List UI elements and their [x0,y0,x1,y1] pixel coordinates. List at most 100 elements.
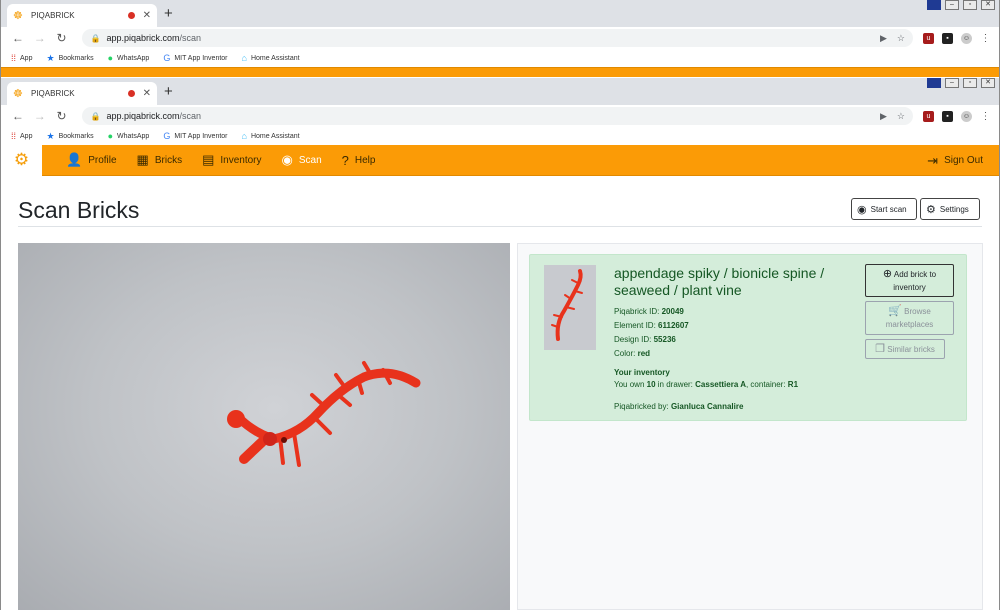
close-tab-icon[interactable]: ✕ [143,88,151,99]
extension-icon[interactable]: ▪ [941,110,953,122]
piqabrick-logo-icon[interactable]: ⚙ [1,144,42,176]
sign-out-button[interactable]: ⇥ Sign Out [927,145,983,176]
sign-out-icon: ⇥ [927,152,939,168]
bookmark-bookmarks[interactable]: ★ Bookmarks [46,53,93,64]
back-icon[interactable]: ← [9,109,27,123]
scan-camera-image [18,243,510,610]
home-icon: ⌂ [241,131,247,141]
bookmark-mit-app-inventor[interactable]: G MIT App Inventor [163,131,227,141]
close-tab-icon[interactable]: ✕ [143,10,151,21]
reload-icon[interactable]: ↻ [53,31,71,45]
keyboard-layout-icon[interactable] [927,78,941,88]
keyboard-layout-icon[interactable] [927,0,941,10]
brick-photo-graphic [227,361,421,467]
nav-bricks[interactable]: ▦ Bricks [137,152,183,168]
bookmark-whatsapp[interactable]: ● WhatsApp [108,53,150,63]
nav-scan[interactable]: ◉ Scan [282,152,322,168]
restore-icon[interactable]: ▫ [963,0,977,10]
bookmark-home-assistant[interactable]: ⌂ Home Assistant [242,53,300,63]
google-icon: G [163,53,171,63]
forward-icon[interactable]: → [31,31,49,45]
add-brick-to-inventory-button[interactable]: ⊕ Add brick to inventory [865,264,954,297]
similar-bricks-button[interactable]: ❐ Similar bricks [865,339,945,359]
address-row: ← → ↻ 🔒 app.piqabrick.com/scan ▶ ☆ u ▪ ☺ … [1,27,999,49]
recording-icon [127,90,135,97]
ublock-icon[interactable]: u [922,32,934,44]
bookmark-apps[interactable]: ⁞⁞ App [11,53,32,63]
inventory-summary: Your inventory You own 10 in drawer: Cas… [614,368,799,389]
minimize-icon[interactable]: – [945,78,959,88]
camera-icon[interactable]: ▶ [880,111,887,122]
copy-icon: ❐ [875,343,886,355]
piqabrick-favicon-icon: ☸ [13,87,23,100]
avatar-icon[interactable]: ☺ [960,32,972,44]
grid-icon: ▦ [136,152,149,167]
container-name: R1 [787,380,799,389]
reload-icon[interactable]: ↻ [53,109,71,123]
star-icon[interactable]: ☆ [897,33,905,44]
user-icon: 👤 [66,152,83,167]
camera-icon[interactable]: ▶ [880,33,887,44]
page-header: Scan Bricks [18,193,982,227]
lock-icon: 🔒 [90,111,101,121]
extension-icon[interactable]: ▪ [941,32,953,44]
new-tab-icon[interactable]: + [164,5,173,22]
star-icon[interactable]: ☆ [897,111,905,122]
settings-button[interactable]: ⚙ Settings [920,198,980,220]
star-icon: ★ [46,52,55,63]
brick-thumbnail [544,265,596,350]
lock-icon: 🔒 [90,33,101,43]
back-icon[interactable]: ← [9,31,27,45]
inventory-title: Your inventory [614,368,670,377]
background-browser-window: ☸ PIQABRICK ✕ + – ▫ ✕ ← → ↻ 🔒 app.piqabr… [0,0,1000,78]
bookmark-bookmarks[interactable]: ★ Bookmarks [46,131,93,142]
ublock-icon[interactable]: u [922,110,934,122]
archive-box-icon: ▤ [202,152,215,167]
close-window-icon[interactable]: ✕ [981,78,995,88]
bookmarks-bar: ⁞⁞ App ★ Bookmarks ● WhatsApp G MIT App Inve… [1,127,999,145]
question-circle-icon: ? [341,152,349,168]
app-navbar: ⚙ 👤 Profile ▦ Bricks ▤ Inventory ◉ Scan ? Hel… [1,144,999,176]
close-window-icon[interactable]: ✕ [981,0,995,10]
brick-details: Piqabrick ID: 20049 Element ID: 6112607 … [614,307,689,358]
browser-tab[interactable]: ☸ PIQABRICK ✕ [7,82,157,105]
url-domain: app.piqabrick.com [106,33,180,43]
browse-marketplaces-button[interactable]: 🛒 Browse marketplaces [865,301,954,335]
owned-count: 10 [646,380,656,389]
address-bar[interactable]: 🔒 app.piqabrick.com/scan ▶ ☆ [82,107,913,125]
url-path: /scan [179,111,202,121]
forward-icon[interactable]: → [31,109,49,123]
new-tab-icon[interactable]: + [164,83,173,100]
url-path: /scan [179,33,202,43]
menu-icon[interactable]: ⋮ [980,111,991,122]
brick-color: red [637,349,651,358]
window-controls: – ▫ ✕ [927,0,995,10]
home-icon: ⌂ [241,53,247,63]
menu-icon[interactable]: ⋮ [980,33,991,44]
bookmark-apps[interactable]: ⁞⁞ App [11,131,32,141]
brick-result-card: appendage spiky / bionicle spine / seawe… [529,254,967,421]
browser-tab[interactable]: ☸ PIQABRICK ✕ [7,4,157,27]
url-domain: app.piqabrick.com [106,111,180,121]
start-scan-button[interactable]: ◉ Start scan [851,198,917,220]
bookmark-mit-app-inventor[interactable]: G MIT App Inventor [163,53,227,63]
eye-icon: ◉ [857,203,867,216]
restore-icon[interactable]: ▫ [963,78,977,88]
address-row: ← → ↻ 🔒 app.piqabrick.com/scan ▶ ☆ u ▪ ☺ … [1,105,999,127]
piqabrick-favicon-icon: ☸ [13,9,23,22]
minimize-icon[interactable]: – [945,0,959,10]
nav-profile[interactable]: 👤 Profile [66,152,117,168]
nav-help[interactable]: ? Help [342,153,376,168]
brick-thumbnail-graphic [551,269,583,341]
bookmark-home-assistant[interactable]: ⌂ Home Assistant [242,131,300,141]
address-bar[interactable]: 🔒 app.piqabrick.com/scan ▶ ☆ [82,29,913,47]
element-id: 6112607 [658,321,689,330]
tab-title: PIQABRICK [31,89,75,98]
window-controls: – ▫ ✕ [927,78,995,88]
avatar-icon[interactable]: ☺ [960,110,972,122]
star-icon: ★ [46,130,55,141]
nav-inventory[interactable]: ▤ Inventory [202,152,261,168]
tab-title: PIQABRICK [31,11,75,20]
bookmark-whatsapp[interactable]: ● WhatsApp [108,131,150,141]
page-title: Scan Bricks [18,197,140,223]
